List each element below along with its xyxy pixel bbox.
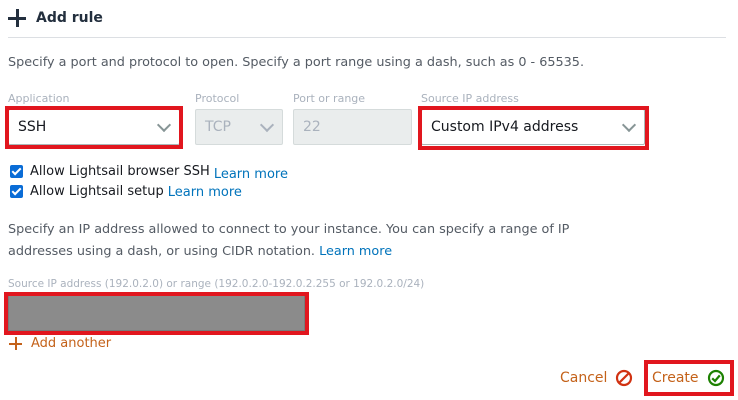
source-select[interactable]: Custom IPv4 address [421, 109, 645, 145]
source-ip-input[interactable] [8, 295, 305, 331]
checkbox-row-setup[interactable]: Allow Lightsail setup Learn more [10, 184, 242, 200]
protocol-value: TCP [205, 119, 231, 135]
application-select[interactable]: SSH [8, 109, 180, 145]
divider [8, 37, 726, 38]
checkbox-label: Allow Lightsail setup [30, 184, 164, 199]
port-label: Port or range [293, 92, 366, 105]
checkbox-label: Allow Lightsail browser SSH [30, 164, 210, 179]
description-text: Specify an IP address allowed to connect… [8, 219, 608, 263]
protocol-label: Protocol [195, 92, 240, 105]
learn-more-link[interactable]: Learn more [319, 244, 392, 259]
checkbox-checked-icon[interactable] [10, 185, 23, 198]
description-body: Specify an IP address allowed to connect… [8, 222, 570, 259]
add-rule-header: Add rule [8, 6, 103, 30]
cancel-button[interactable]: Cancel [560, 369, 633, 387]
create-label: Create [652, 370, 699, 386]
source-input-label: Source IP address (192.0.2.0) or range (… [8, 278, 425, 290]
learn-more-link[interactable]: Learn more [168, 185, 242, 200]
learn-more-link[interactable]: Learn more [214, 167, 288, 182]
create-button[interactable]: Create [652, 369, 725, 387]
protocol-select[interactable]: TCP [195, 109, 283, 145]
check-circle-icon [707, 369, 724, 387]
chevron-down-icon [156, 117, 172, 133]
chevron-down-icon [621, 117, 637, 133]
plus-icon [9, 337, 22, 350]
source-label: Source IP address [421, 92, 519, 105]
application-value: SSH [18, 119, 47, 135]
cancel-icon [616, 369, 633, 387]
cancel-label: Cancel [560, 370, 608, 386]
plus-icon [8, 9, 26, 27]
intro-text: Specify a port and protocol to open. Spe… [8, 55, 585, 70]
checkbox-checked-icon[interactable] [10, 165, 23, 178]
source-value: Custom IPv4 address [431, 119, 579, 135]
application-label: Application [8, 92, 70, 105]
add-another-link[interactable]: Add another [9, 336, 111, 351]
checkbox-row-browser-ssh[interactable]: Allow Lightsail browser SSH Learn more [10, 164, 288, 182]
chevron-down-icon [259, 117, 275, 133]
port-input[interactable]: 22 [293, 109, 412, 145]
port-value: 22 [303, 119, 321, 135]
header-title: Add rule [36, 10, 103, 26]
add-another-label: Add another [31, 336, 112, 351]
